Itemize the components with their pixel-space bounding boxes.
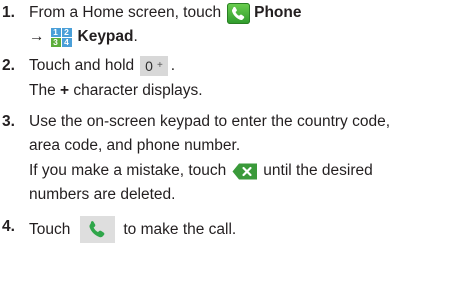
step-number: 4. [2, 218, 15, 235]
step-4-line-1: Touch to make the call. [29, 216, 236, 243]
step-text: numbers are deleted. [29, 186, 176, 203]
delete-key-icon [232, 163, 258, 180]
zero-plus-key: 0 + [140, 56, 168, 76]
period: . [170, 57, 176, 74]
key-plus: + [156, 60, 163, 71]
step-text: Touch and hold [29, 57, 135, 74]
keypad-icon: 1 2 3 4 [50, 27, 72, 47]
key-zero: 0 [145, 58, 153, 74]
step-text: The [29, 82, 61, 99]
step-text: Touch [29, 220, 71, 238]
phone-label: Phone [254, 4, 302, 21]
step-text: character displays. [69, 82, 203, 99]
keypad-icon-digit: 3 [50, 37, 61, 47]
arrow: → [29, 28, 45, 45]
step-number: 2. [2, 57, 15, 74]
step-text: If you make a mistake, touch [29, 162, 227, 179]
step-2-line-1: Touch and hold 0 + . [29, 55, 175, 77]
step-number: 3. [2, 113, 15, 130]
keypad-label: Keypad [77, 28, 134, 45]
step-2-line-2: The + character displays. [29, 80, 203, 102]
step-3-line-2: area code, and phone number. [29, 135, 240, 157]
step-text: Use the on-screen keypad to enter the co… [29, 113, 391, 130]
keypad-icon-digit: 4 [61, 37, 72, 47]
step-3-line-1: Use the on-screen keypad to enter the co… [29, 111, 390, 133]
phone-app-icon [227, 2, 251, 24]
plus-character: + [60, 82, 70, 99]
step-3-line-4: numbers are deleted. [29, 184, 175, 206]
step-text: area code, and phone number. [29, 137, 241, 154]
step-1-line-2: → 1 2 3 4 Keypad. [29, 26, 138, 48]
step-text: to make the call. [123, 220, 237, 238]
step-text: until the desired [263, 162, 373, 179]
step-3-line-3: If you make a mistake, touch until the d… [29, 160, 373, 182]
period: . [133, 28, 138, 45]
step-number: 1. [2, 4, 15, 21]
call-button-icon [80, 216, 116, 243]
step-1-line-1: From a Home screen, touch Phone [29, 2, 301, 24]
instruction-page: 1. From a Home screen, touch Phone → 1 2… [0, 0, 457, 291]
